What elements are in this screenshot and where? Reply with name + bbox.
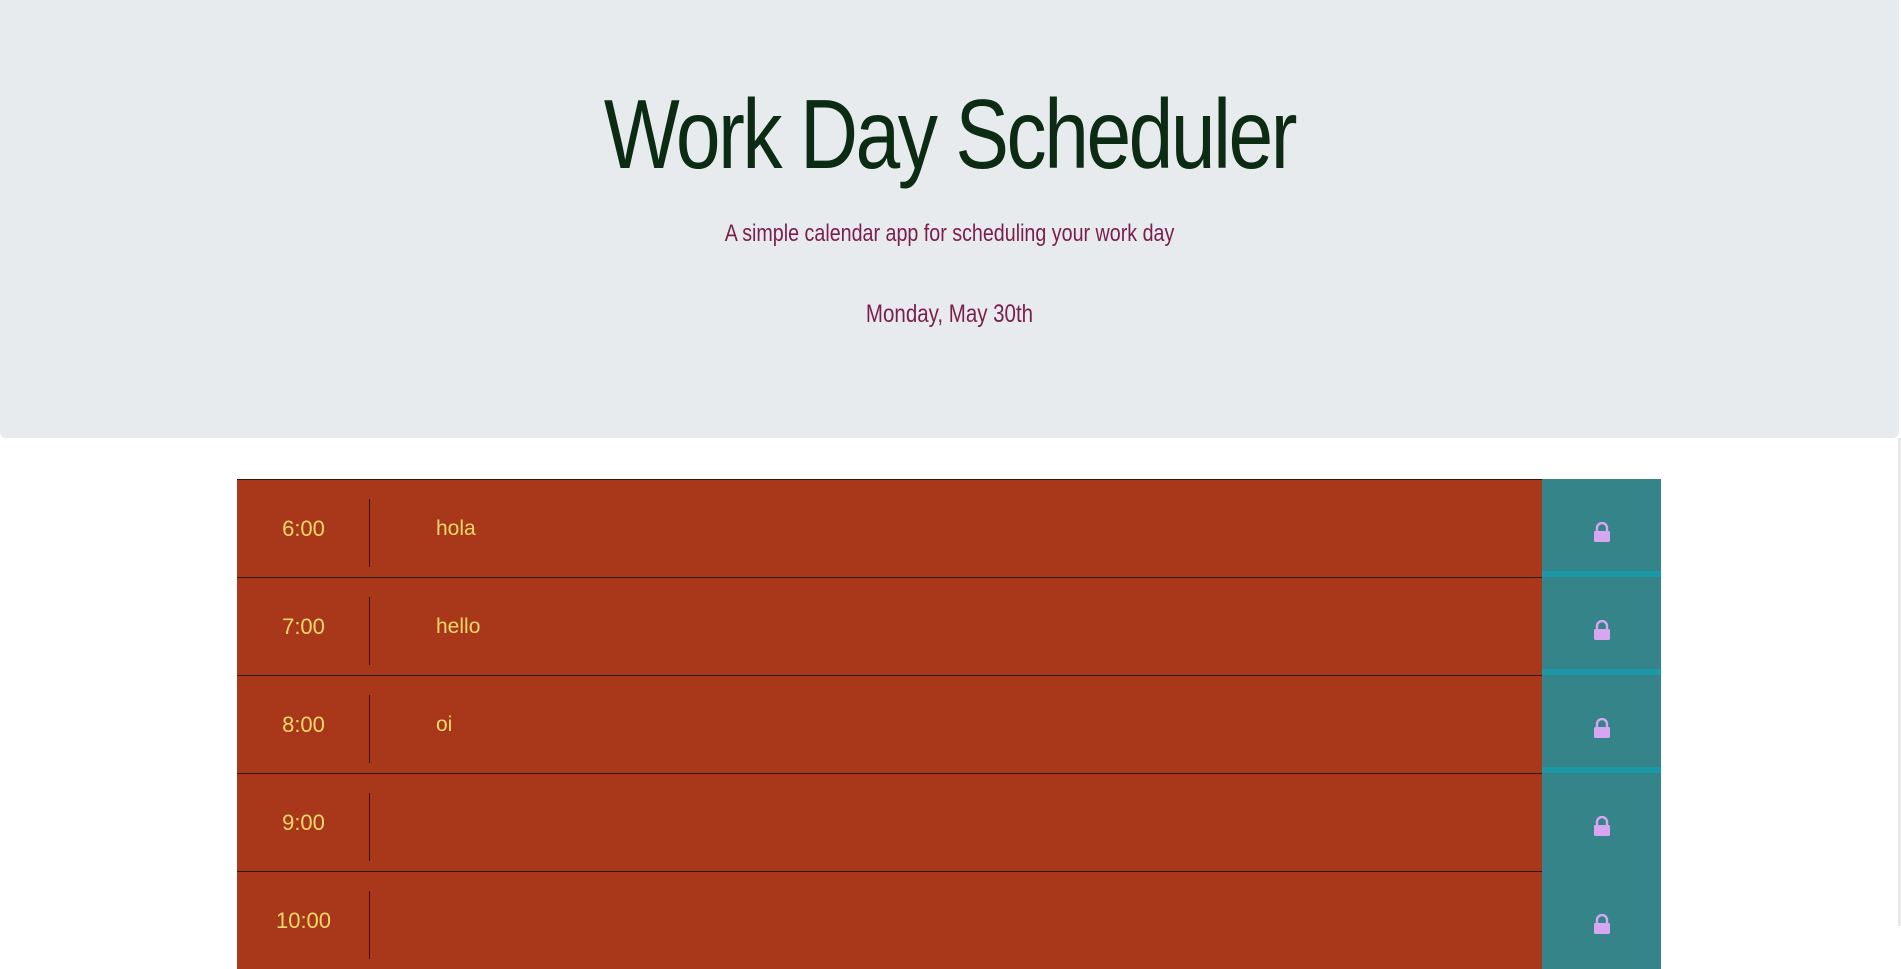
header-jumbotron: Work Day Scheduler A simple calendar app… bbox=[0, 0, 1899, 438]
event-description-input[interactable]: hola bbox=[370, 480, 1542, 577]
hour-label: 6:00 bbox=[282, 516, 325, 541]
save-button[interactable] bbox=[1542, 675, 1661, 773]
save-button[interactable] bbox=[1542, 577, 1661, 675]
lock-icon bbox=[1594, 816, 1610, 836]
time-block-row: 8:00 oi bbox=[237, 675, 1661, 773]
time-block-row: 9:00 bbox=[237, 773, 1661, 871]
save-button[interactable] bbox=[1542, 479, 1661, 577]
hour-label: 10:00 bbox=[275, 908, 332, 933]
hour-label: 9:00 bbox=[282, 810, 325, 835]
hour-label: 7:00 bbox=[282, 614, 325, 639]
save-button[interactable] bbox=[1542, 773, 1661, 871]
page-subtitle: A simple calendar app for scheduling you… bbox=[724, 220, 1175, 247]
time-block-row: 6:00 hola bbox=[237, 479, 1661, 577]
event-description-input[interactable]: hello bbox=[370, 578, 1542, 675]
hour-label: 8:00 bbox=[282, 712, 325, 737]
event-description-input[interactable] bbox=[370, 774, 1542, 871]
lock-icon bbox=[1594, 620, 1610, 640]
lock-icon bbox=[1594, 914, 1610, 934]
event-description-input[interactable]: oi bbox=[370, 676, 1542, 773]
time-block-row: 10:00 bbox=[237, 871, 1661, 969]
event-description-input[interactable] bbox=[370, 872, 1542, 969]
time-block-row: 7:00 hello bbox=[237, 577, 1661, 675]
save-button[interactable] bbox=[1542, 871, 1661, 969]
page-title: Work Day Scheduler bbox=[603, 79, 1298, 189]
current-date: Monday, May 30th bbox=[865, 300, 1034, 328]
lock-icon bbox=[1594, 522, 1610, 542]
lock-icon bbox=[1594, 718, 1610, 738]
schedule-container: 6:00 hola 7:00 hello 8:00 oi 9:00 10:00 bbox=[237, 479, 1661, 969]
